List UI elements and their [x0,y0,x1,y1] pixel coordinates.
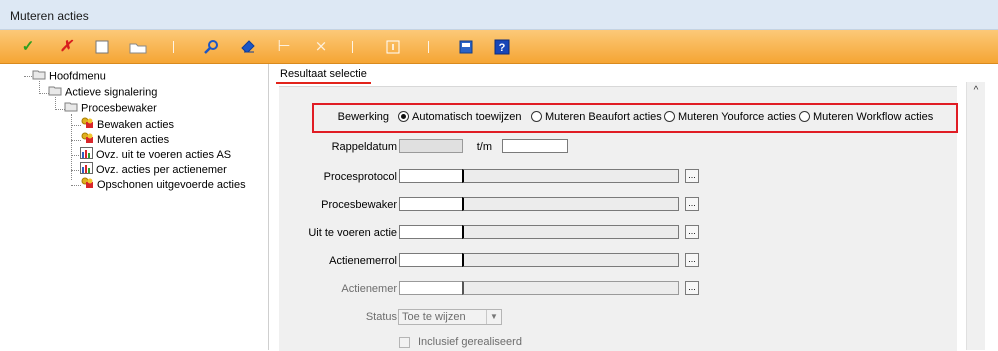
status-value: Toe te wijzen [402,311,466,323]
radio-label: Muteren Beaufort acties [545,111,662,123]
status-select[interactable]: Toe te wijzen ▼ [398,309,502,325]
radio-label: Muteren Youforce acties [678,111,797,123]
tree-item-label: Opschonen uitgevoerde acties [97,178,246,191]
radio-unselected-icon [799,111,810,122]
delete-row-icon[interactable]: ⨯ [311,37,331,57]
selection-panel: Bewerking Automatisch toewijzen Muteren … [279,86,958,351]
uit-te-voeren-actie-label: Uit te voeren actie [308,227,397,239]
svg-text:?: ? [499,42,506,54]
actienemerrol-lookup-button[interactable]: ... [685,253,699,267]
procesbewaker-code-input[interactable] [399,197,463,211]
users-icon [80,177,94,193]
procesprotocol-code-input[interactable] [399,169,463,183]
chevron-down-icon: ▼ [486,310,501,324]
radio-automatisch-toewijzen[interactable]: Automatisch toewijzen [398,111,521,123]
procesprotocol-description [462,169,679,183]
inclusief-gerealiseerd-label: Inclusief gerealiseerd [418,336,522,348]
main-content: Resultaat selectie Bewerking Automatisch… [271,64,998,351]
actienemer-code-input[interactable] [399,281,463,295]
calculator-icon[interactable] [456,37,476,57]
vertical-scrollbar[interactable]: ^ [966,82,985,350]
toolbar-separator [352,41,353,53]
actienemerrol-description [462,253,679,267]
report-icon [80,162,93,178]
bewerking-group: Bewerking Automatisch toewijzen Muteren … [312,103,958,133]
radio-muteren-workflow[interactable]: Muteren Workflow acties [799,111,933,123]
report-icon [80,147,93,163]
insert-row-icon[interactable]: ⊢ [274,37,294,57]
uit-te-voeren-actie-lookup-button[interactable]: ... [685,225,699,239]
tree-item-label: Procesbewaker [81,102,157,115]
tree-item-label: Muteren acties [97,133,170,146]
window-title: Muteren acties [10,9,89,23]
tree-item-hoofdmenu[interactable]: Hoofdmenu [32,69,106,83]
tm-label: t/m [476,141,492,153]
toolbar-separator [173,41,174,53]
radio-label: Muteren Workflow acties [813,111,934,123]
eraser-icon[interactable] [238,37,258,57]
navigation-tree: Hoofdmenu Actieve signalering Procesbewa… [8,64,269,350]
tree-item-actieve-signalering[interactable]: Actieve signalering [48,85,157,99]
uit-te-voeren-actie-code-input[interactable] [399,225,463,239]
rappeldatum-label: Rappeldatum [331,141,397,153]
search-icon[interactable] [201,37,221,57]
procesprotocol-lookup-button[interactable]: ... [685,169,699,183]
folder-open-icon [32,69,46,84]
toolbar: ✓ ✗ ⊢ ⨯ ? [0,30,998,64]
tree-item-label: Ovz. acties per actienemer [96,163,227,176]
new-document-icon[interactable] [92,37,112,57]
folder-open-icon [48,85,62,100]
toolbar-separator [428,41,429,53]
inclusief-gerealiseerd-checkbox[interactable] [399,337,410,348]
info-icon[interactable] [383,37,403,57]
radio-muteren-beaufort[interactable]: Muteren Beaufort acties [531,111,662,123]
tree-item-label: Actieve signalering [65,86,158,99]
uit-te-voeren-actie-description [462,225,679,239]
folder-open-icon [64,101,78,116]
radio-muteren-youforce[interactable]: Muteren Youforce acties [664,111,796,123]
help-icon[interactable]: ? [492,37,512,57]
window-titlebar: Muteren acties [0,0,998,30]
tree-item-bewaken-acties[interactable]: Bewaken acties [80,117,174,131]
actienemer-label: Actienemer [341,283,397,295]
actienemer-lookup-button[interactable]: ... [685,281,699,295]
cross-icon[interactable]: ✗ [56,37,76,57]
radio-unselected-icon [664,111,675,122]
status-label: Status [365,311,397,323]
actienemer-description [462,281,679,295]
bewerking-label: Bewerking [337,111,389,123]
tree-item-ovz-acties-per-actienemer[interactable]: Ovz. acties per actienemer [80,162,227,176]
procesbewaker-description [462,197,679,211]
tree-item-ovz-uit-te-voeren[interactable]: Ovz. uit te voeren acties AS [80,147,231,161]
procesbewaker-label: Procesbewaker [321,199,397,211]
procesprotocol-label: Procesprotocol [323,171,397,183]
actienemerrol-code-input[interactable] [399,253,463,267]
tab-resultaat-selectie[interactable]: Resultaat selectie [276,66,371,84]
procesbewaker-lookup-button[interactable]: ... [685,197,699,211]
tree-item-label: Bewaken acties [97,118,175,131]
tree-item-label: Hoofdmenu [49,70,106,83]
rappeldatum-to-input[interactable] [502,139,568,153]
folder-icon[interactable] [128,37,148,57]
tree-item-opschonen-uitgevoerde-acties[interactable]: Opschonen uitgevoerde acties [80,177,246,191]
actienemerrol-label: Actienemerrol [329,255,397,267]
users-icon [80,117,94,133]
radio-selected-icon [398,111,409,122]
tree-item-procesbewaker[interactable]: Procesbewaker [64,101,157,115]
check-icon[interactable]: ✓ [18,37,38,57]
tree-item-muteren-acties[interactable]: Muteren acties [80,132,169,146]
users-icon [80,132,94,148]
scroll-up-arrow-icon[interactable]: ^ [967,82,985,100]
radio-unselected-icon [531,111,542,122]
tree-item-label: Ovz. uit te voeren acties AS [96,148,232,161]
radio-label: Automatisch toewijzen [412,111,522,123]
